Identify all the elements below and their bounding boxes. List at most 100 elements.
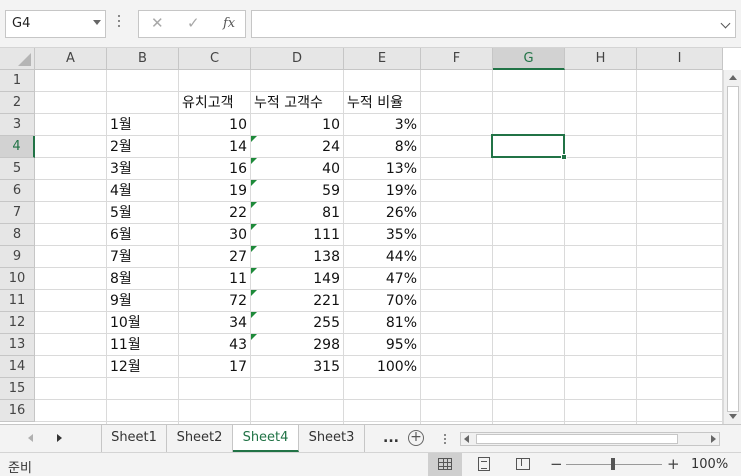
scroll-up-icon[interactable] — [729, 75, 737, 80]
column-header-g[interactable]: G — [493, 48, 565, 70]
sheet-tab-sheet2[interactable]: Sheet2 — [167, 425, 233, 452]
customers-cell[interactable]: 30 — [179, 224, 250, 246]
enter-icon[interactable]: ✓ — [187, 14, 200, 32]
customers-cell[interactable]: 10 — [179, 114, 250, 136]
cumulative-cell[interactable]: 298 — [251, 334, 343, 356]
cumulative-cell[interactable]: 10 — [251, 114, 343, 136]
cumulative-cell[interactable]: 221 — [251, 290, 343, 312]
expand-formula-bar-icon[interactable] — [720, 18, 731, 29]
customers-cell[interactable]: 16 — [179, 158, 250, 180]
insert-function-icon[interactable]: fx — [223, 16, 235, 31]
worksheet-grid[interactable]: A B C D E F G H I 1 2 3 4 5 6 7 8 9 10 11 12 13 14 15 16 유치고객 누적 고… — [0, 48, 741, 424]
horizontal-scroll-thumb[interactable] — [476, 434, 678, 444]
name-box[interactable]: G4 — [5, 10, 106, 38]
cumulative-cell[interactable]: 40 — [251, 158, 343, 180]
customers-cell[interactable]: 43 — [179, 334, 250, 356]
month-cell[interactable]: 4월 — [107, 180, 178, 202]
ratio-cell[interactable]: 26% — [344, 202, 420, 224]
ratio-cell[interactable]: 35% — [344, 224, 420, 246]
ratio-cell[interactable]: 47% — [344, 268, 420, 290]
row-header-3[interactable]: 3 — [0, 114, 35, 136]
error-indicator-icon[interactable] — [251, 268, 257, 274]
month-cell[interactable]: 9월 — [107, 290, 178, 312]
previous-sheet-icon[interactable] — [28, 434, 33, 442]
customers-cell[interactable]: 72 — [179, 290, 250, 312]
row-header-10[interactable]: 10 — [0, 268, 35, 290]
cumulative-cell[interactable]: 24 — [251, 136, 343, 158]
scroll-left-icon[interactable] — [464, 435, 469, 443]
error-indicator-icon[interactable] — [251, 158, 257, 164]
fill-handle[interactable] — [561, 154, 567, 160]
row-header-6[interactable]: 6 — [0, 180, 35, 202]
row-header-1[interactable]: 1 — [0, 70, 35, 92]
row-header-4[interactable]: 4 — [0, 136, 35, 158]
cumulative-cell[interactable]: 59 — [251, 180, 343, 202]
vertical-scrollbar[interactable] — [723, 70, 741, 424]
column-header-c[interactable]: C — [179, 48, 251, 70]
zoom-level[interactable]: 100% — [691, 457, 728, 472]
ratio-cell[interactable]: 95% — [344, 334, 420, 356]
month-cell[interactable]: 1월 — [107, 114, 178, 136]
ratio-cell[interactable]: 81% — [344, 312, 420, 334]
zoom-slider-thumb[interactable] — [611, 458, 615, 470]
scroll-right-icon[interactable] — [711, 435, 716, 443]
row-header-11[interactable]: 11 — [0, 290, 35, 312]
sheet-tab-sheet4[interactable]: Sheet4 — [233, 425, 299, 452]
header-cell-e2[interactable]: 누적 비율 — [344, 92, 420, 114]
select-all-button[interactable] — [0, 48, 35, 70]
row-header-8[interactable]: 8 — [0, 224, 35, 246]
error-indicator-icon[interactable] — [251, 334, 257, 340]
name-box-dropdown-icon[interactable] — [93, 20, 101, 25]
active-cell-selection[interactable] — [491, 134, 567, 160]
row-header-15[interactable]: 15 — [0, 378, 35, 400]
month-cell[interactable]: 11월 — [107, 334, 178, 356]
month-cell[interactable]: 8월 — [107, 268, 178, 290]
formula-bar-grip-icon[interactable] — [118, 15, 121, 31]
column-header-i[interactable]: I — [637, 48, 723, 70]
add-sheet-button[interactable]: + — [408, 430, 424, 446]
month-cell[interactable]: 5월 — [107, 202, 178, 224]
error-indicator-icon[interactable] — [251, 202, 257, 208]
ratio-cell[interactable]: 44% — [344, 246, 420, 268]
page-layout-view-button[interactable] — [467, 453, 501, 476]
next-sheet-icon[interactable] — [57, 434, 62, 442]
tab-splitter-icon[interactable] — [444, 434, 446, 446]
error-indicator-icon[interactable] — [251, 246, 257, 252]
cumulative-cell[interactable]: 255 — [251, 312, 343, 334]
cumulative-cell[interactable]: 149 — [251, 268, 343, 290]
vertical-scroll-thumb[interactable] — [727, 86, 739, 412]
more-sheets-button[interactable]: ... — [383, 430, 399, 446]
ratio-cell[interactable]: 8% — [344, 136, 420, 158]
sheet-tab-sheet1[interactable]: Sheet1 — [101, 425, 167, 452]
error-indicator-icon[interactable] — [251, 290, 257, 296]
cumulative-cell[interactable]: 111 — [251, 224, 343, 246]
ratio-cell[interactable]: 13% — [344, 158, 420, 180]
zoom-out-button[interactable]: − — [550, 455, 563, 473]
month-cell[interactable]: 10월 — [107, 312, 178, 334]
ratio-cell[interactable]: 3% — [344, 114, 420, 136]
month-cell[interactable]: 12월 — [107, 356, 178, 378]
customers-cell[interactable]: 11 — [179, 268, 250, 290]
month-cell[interactable]: 2월 — [107, 136, 178, 158]
ratio-cell[interactable]: 19% — [344, 180, 420, 202]
row-header-12[interactable]: 12 — [0, 312, 35, 334]
column-header-h[interactable]: H — [565, 48, 637, 70]
row-header-5[interactable]: 5 — [0, 158, 35, 180]
zoom-in-button[interactable]: + — [667, 455, 680, 473]
customers-cell[interactable]: 22 — [179, 202, 250, 224]
row-header-16[interactable]: 16 — [0, 400, 35, 422]
month-cell[interactable]: 7월 — [107, 246, 178, 268]
customers-cell[interactable]: 14 — [179, 136, 250, 158]
cumulative-cell[interactable]: 138 — [251, 246, 343, 268]
header-cell-c2[interactable]: 유치고객 — [179, 92, 250, 114]
row-header-13[interactable]: 13 — [0, 334, 35, 356]
error-indicator-icon[interactable] — [251, 136, 257, 142]
customers-cell[interactable]: 17 — [179, 356, 250, 378]
month-cell[interactable]: 6월 — [107, 224, 178, 246]
cumulative-cell[interactable]: 315 — [251, 356, 343, 378]
error-indicator-icon[interactable] — [251, 224, 257, 230]
cancel-icon[interactable]: ✕ — [151, 14, 164, 32]
customers-cell[interactable]: 27 — [179, 246, 250, 268]
row-header-2[interactable]: 2 — [0, 92, 35, 114]
cumulative-cell[interactable]: 81 — [251, 202, 343, 224]
